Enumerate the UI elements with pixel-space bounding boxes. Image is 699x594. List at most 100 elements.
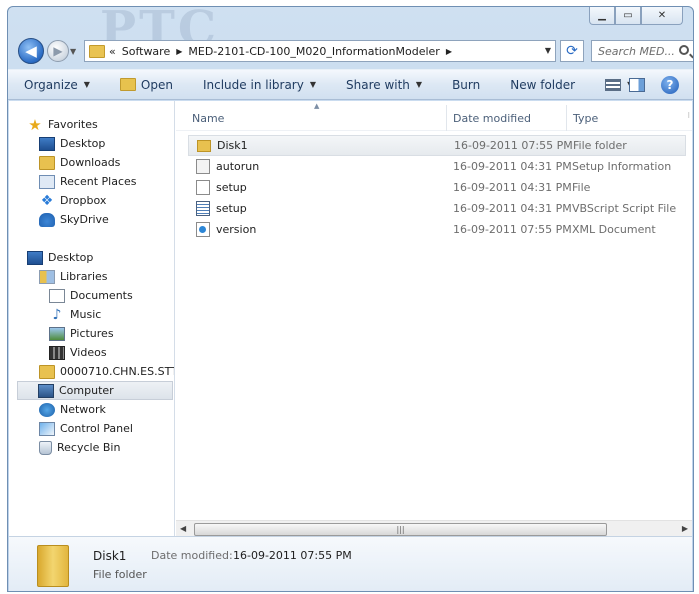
nav-skydrive[interactable]: SkyDrive: [39, 210, 109, 229]
breadcrumb-separator-icon[interactable]: ▶: [446, 47, 452, 56]
nav-pictures[interactable]: Pictures: [49, 324, 114, 343]
nav-label: Music: [70, 308, 102, 321]
breadcrumb-overflow[interactable]: «: [109, 45, 116, 58]
column-header-type[interactable]: Type: [573, 112, 598, 125]
column-overflow-indicator: ⁝: [687, 111, 690, 120]
forward-button[interactable]: ▶: [47, 40, 69, 62]
recent-pages-dropdown[interactable]: ▼: [70, 47, 76, 56]
file-type: VBScript Script File: [572, 202, 677, 215]
libraries-icon: [39, 269, 55, 284]
setup-information-icon: [196, 159, 210, 174]
nav-label: Desktop: [48, 251, 94, 264]
close-button[interactable]: ✕: [641, 7, 683, 25]
folder-icon: [197, 139, 211, 152]
nav-network[interactable]: Network: [39, 400, 106, 419]
network-icon: [39, 402, 55, 417]
nav-label: Favorites: [48, 118, 98, 131]
search-input[interactable]: Search MED...: [598, 45, 675, 58]
search-icon[interactable]: [679, 45, 689, 55]
details-date-label: Date modified:: [151, 549, 233, 562]
scroll-right-icon[interactable]: ▶: [682, 524, 688, 533]
nav-downloads[interactable]: Downloads: [39, 153, 120, 172]
nav-libraries[interactable]: Libraries: [39, 267, 108, 286]
nav-recycle-bin[interactable]: Recycle Bin: [39, 438, 120, 457]
breadcrumb-separator-icon[interactable]: ▶: [176, 47, 182, 56]
navigation-pane[interactable]: ★ Favorites Desktop Downloads Recent Pla…: [9, 101, 175, 539]
file-date: 16-09-2011 04:31 PM: [453, 202, 572, 215]
column-divider[interactable]: [566, 105, 567, 131]
minimize-button[interactable]: ▁: [589, 7, 615, 25]
chevron-down-icon: ▼: [83, 80, 90, 89]
nav-control-panel[interactable]: Control Panel: [39, 419, 133, 438]
file-row-disk1[interactable]: Disk1 16-09-2011 07:55 PM File folder: [188, 135, 686, 156]
organize-button[interactable]: Organize ▼: [24, 78, 90, 92]
desktop-icon: [27, 250, 43, 265]
file-row-setup-vbs[interactable]: setup 16-09-2011 04:31 PM VBScript Scrip…: [188, 198, 686, 219]
file-row-autorun[interactable]: autorun 16-09-2011 04:31 PM Setup Inform…: [188, 156, 686, 177]
preview-pane-button[interactable]: [629, 78, 645, 92]
dropbox-icon: ❖: [40, 192, 54, 209]
file-list[interactable]: ▲ Name Date modified Type ⁝ Disk1 16-09-…: [176, 101, 692, 539]
scrollbar-thumb[interactable]: |||: [194, 523, 607, 536]
breadcrumb-software[interactable]: Software: [122, 45, 171, 58]
star-icon: ★: [28, 115, 42, 134]
nav-label: Network: [60, 403, 106, 416]
minimize-icon: ▁: [598, 10, 606, 21]
nav-label: Pictures: [70, 327, 114, 340]
nav-user-folder[interactable]: 0000710.CHN.ES.STTI: [39, 362, 174, 381]
nav-label: Downloads: [60, 156, 121, 169]
file-icon: [196, 180, 210, 195]
burn-button[interactable]: Burn: [452, 78, 480, 92]
horizontal-scrollbar[interactable]: ◀ ||| ▶: [176, 520, 692, 537]
maximize-button[interactable]: ▭: [615, 7, 641, 25]
nav-recent-places[interactable]: Recent Places: [39, 172, 137, 191]
computer-icon: [38, 383, 54, 398]
column-headers: ▲ Name Date modified Type ⁝: [176, 101, 692, 131]
nav-computer[interactable]: Computer: [17, 381, 173, 400]
details-pane: Disk1 File folder Date modified: 16-09-2…: [9, 536, 692, 591]
scroll-left-icon[interactable]: ◀: [180, 524, 186, 533]
nav-label: Libraries: [60, 270, 108, 283]
refresh-button[interactable]: ⟳: [560, 40, 584, 62]
nav-documents[interactable]: Documents: [49, 286, 133, 305]
nav-dropbox[interactable]: ❖ Dropbox: [39, 191, 107, 210]
nav-label: Dropbox: [60, 194, 107, 207]
recent-places-icon: [39, 174, 55, 189]
file-type: File: [572, 181, 591, 194]
address-dropdown-icon[interactable]: ▼: [545, 46, 551, 55]
column-header-date-modified[interactable]: Date modified: [453, 112, 531, 125]
music-icon: ♪: [52, 306, 62, 323]
nav-desktop[interactable]: Desktop: [27, 248, 93, 267]
close-icon: ✕: [657, 10, 667, 21]
file-date: 16-09-2011 07:55 PM: [453, 223, 572, 236]
file-type: Setup Information: [572, 160, 672, 173]
explorer-window: PTC ▁ ▭ ✕ ◀ ▶ ▼ « Software ▶ MED-2101-CD…: [7, 6, 694, 592]
column-header-name[interactable]: Name: [192, 112, 224, 125]
address-bar[interactable]: « Software ▶ MED-2101-CD-100_M020_Inform…: [84, 40, 556, 62]
share-with-button[interactable]: Share with ▼: [346, 78, 422, 92]
new-folder-button[interactable]: New folder: [510, 78, 575, 92]
back-button[interactable]: ◀: [18, 38, 44, 64]
column-divider[interactable]: [446, 105, 447, 131]
details-date-value: 16-09-2011 07:55 PM: [233, 549, 352, 562]
new-folder-label: New folder: [510, 77, 576, 92]
nav-music[interactable]: ♪ Music: [49, 305, 102, 324]
help-button[interactable]: ?: [661, 76, 679, 94]
file-row-version[interactable]: version 16-09-2011 07:55 PM XML Document: [188, 219, 686, 240]
file-name: autorun: [216, 160, 260, 173]
control-panel-icon: [39, 421, 55, 436]
nav-videos[interactable]: Videos: [49, 343, 107, 362]
breadcrumb-current-folder[interactable]: MED-2101-CD-100_M020_InformationModeler: [188, 45, 439, 58]
file-row-setup[interactable]: setup 16-09-2011 04:31 PM File: [188, 177, 686, 198]
include-in-library-label: Include in library: [202, 77, 304, 92]
nav-label: Desktop: [60, 137, 106, 150]
file-name: setup: [216, 202, 247, 215]
include-in-library-button[interactable]: Include in library ▼: [203, 78, 316, 92]
nav-desktop-favorite[interactable]: Desktop: [39, 134, 105, 153]
file-date: 16-09-2011 07:55 PM: [454, 139, 573, 152]
search-box[interactable]: Search MED...: [591, 40, 693, 62]
open-button[interactable]: Open: [119, 78, 173, 92]
nav-label: Computer: [59, 384, 114, 397]
nav-label: Documents: [70, 289, 133, 302]
nav-favorites[interactable]: ★ Favorites: [27, 115, 98, 134]
